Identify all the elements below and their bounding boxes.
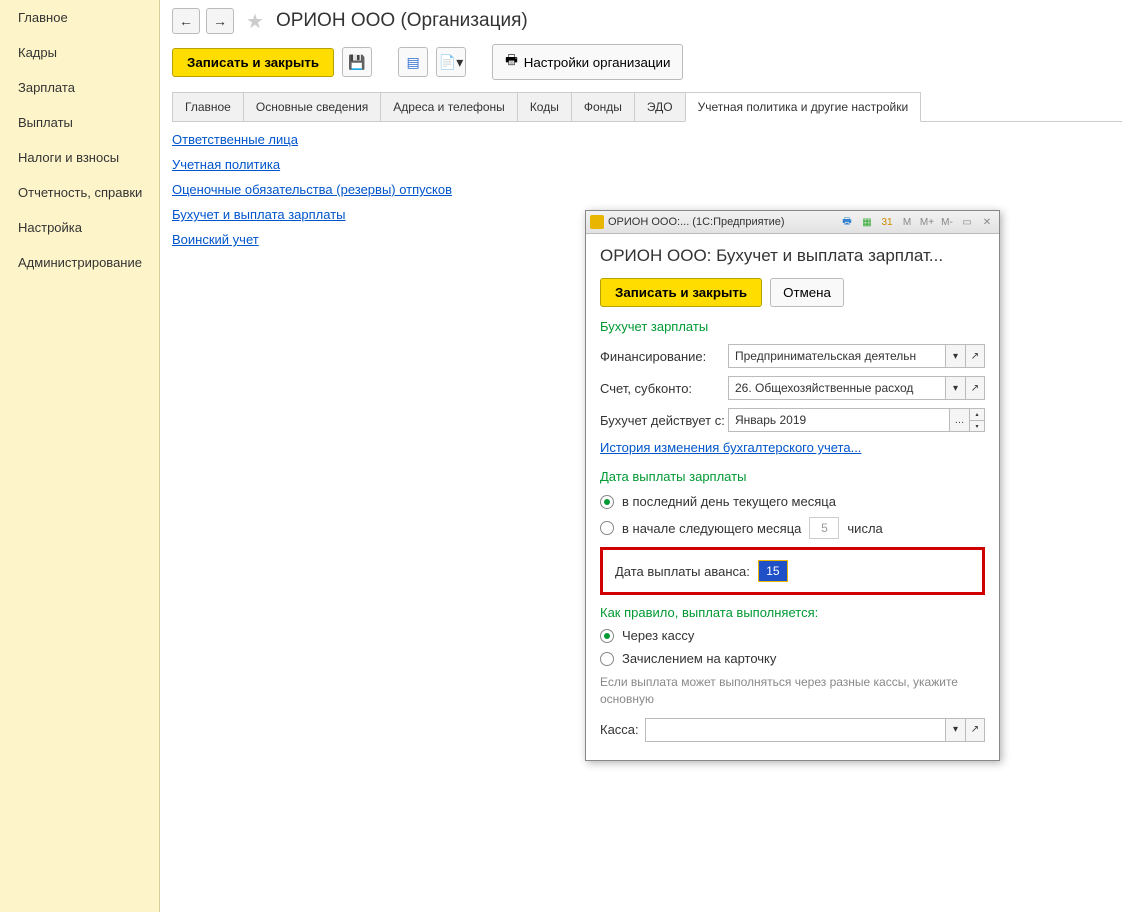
save-close-button[interactable]: Записать и закрыть — [172, 48, 334, 77]
print-icon[interactable]: 🖶 — [839, 214, 855, 230]
sidebar-item-payments[interactable]: Выплаты — [0, 105, 159, 140]
dropdown-icon[interactable]: ▾ — [945, 344, 965, 368]
open-icon[interactable]: ↗ — [965, 718, 985, 742]
folder-icon[interactable]: 📄▾ — [436, 47, 466, 77]
sidebar-item-reports[interactable]: Отчетность, справки — [0, 175, 159, 210]
kassa-row: Касса: ▾ ↗ — [600, 718, 985, 742]
link-policy[interactable]: Учетная политика — [172, 157, 1122, 172]
popup-window: ОРИОН ООО:... (1С:Предприятие) 🖶 ▦ 31 M … — [585, 210, 1000, 761]
from-date-input[interactable]: Январь 2019 — [728, 408, 949, 432]
spinner-down-icon[interactable]: ▾ — [969, 420, 985, 432]
next-month-day-input[interactable]: 5 — [809, 517, 839, 539]
section-payment-method: Как правило, выплата выполняется: — [600, 605, 985, 620]
toolbar: Записать и закрыть 💾 ▤ 📄▾ 🖶 Настройки ор… — [172, 44, 1122, 80]
kassa-hint: Если выплата может выполняться через раз… — [600, 674, 985, 708]
radio-card[interactable] — [600, 652, 614, 666]
back-button[interactable]: ← — [172, 8, 200, 34]
tab-codes[interactable]: Коды — [517, 92, 571, 121]
m-minus-icon[interactable]: M- — [939, 214, 955, 230]
radio-next-month[interactable] — [600, 521, 614, 535]
advance-highlight: Дата выплаты аванса: 15 — [600, 547, 985, 595]
popup-titlebar: ОРИОН ООО:... (1С:Предприятие) 🖶 ▦ 31 M … — [586, 211, 999, 234]
forward-button[interactable]: → — [206, 8, 234, 34]
table-icon[interactable]: ▦ — [859, 214, 875, 230]
sidebar: Главное Кадры Зарплата Выплаты Налоги и … — [0, 0, 160, 912]
financing-label: Финансирование: — [600, 349, 728, 364]
m-icon[interactable]: M — [899, 214, 915, 230]
dropdown-icon[interactable]: ▾ — [945, 718, 965, 742]
radio-next-month-row: в начале следующего месяца 5 числа — [600, 517, 985, 539]
list-icon[interactable]: ▤ — [398, 47, 428, 77]
financing-row: Финансирование: Предпринимательская деят… — [600, 344, 985, 368]
from-date-label: Бухучет действует с: — [600, 413, 728, 428]
tab-policy[interactable]: Учетная политика и другие настройки — [685, 92, 922, 122]
minimize-icon[interactable]: ▭ — [959, 214, 975, 230]
radio-last-day-row: в последний день текущего месяца — [600, 494, 985, 509]
history-link[interactable]: История изменения бухгалтерского учета..… — [600, 440, 861, 455]
app-icon — [590, 215, 604, 229]
popup-window-title: ОРИОН ООО:... (1С:Предприятие) — [608, 216, 835, 228]
tab-main[interactable]: Главное — [172, 92, 243, 121]
dropdown-icon[interactable]: ▾ — [945, 376, 965, 400]
sidebar-item-taxes[interactable]: Налоги и взносы — [0, 140, 159, 175]
section-accounting: Бухучет зарплаты — [600, 319, 985, 334]
radio-cash[interactable] — [600, 629, 614, 643]
sidebar-item-settings[interactable]: Настройка — [0, 210, 159, 245]
sidebar-item-main[interactable]: Главное — [0, 0, 159, 35]
popup-save-close-button[interactable]: Записать и закрыть — [600, 278, 762, 307]
advance-label: Дата выплаты аванса: — [615, 564, 750, 579]
save-icon[interactable]: 💾 — [342, 47, 372, 77]
org-settings-label: Настройки организации — [524, 55, 671, 70]
spinner-up-icon[interactable]: ▴ — [969, 408, 985, 420]
account-row: Счет, субконто: 26. Общехозяйственные ра… — [600, 376, 985, 400]
header: ← → ★ ОРИОН ООО (Организация) — [172, 8, 1122, 34]
calendar-icon[interactable]: 31 — [879, 214, 895, 230]
financing-input[interactable]: Предпринимательская деятельн — [728, 344, 945, 368]
from-date-row: Бухучет действует с: Январь 2019 … ▴ ▾ — [600, 408, 985, 432]
org-settings-button[interactable]: 🖶 Настройки организации — [492, 44, 683, 80]
link-responsible[interactable]: Ответственные лица — [172, 132, 1122, 147]
open-icon[interactable]: ↗ — [965, 376, 985, 400]
page-title: ОРИОН ООО (Организация) — [276, 10, 528, 32]
link-reserves[interactable]: Оценочные обязательства (резервы) отпуск… — [172, 182, 1122, 197]
open-icon[interactable]: ↗ — [965, 344, 985, 368]
radio-card-row: Зачислением на карточку — [600, 651, 985, 666]
m-plus-icon[interactable]: M+ — [919, 214, 935, 230]
tab-edo[interactable]: ЭДО — [634, 92, 685, 121]
advance-day-input[interactable]: 15 — [758, 560, 788, 582]
print-icon: 🖶 — [505, 51, 518, 73]
tabs: Главное Основные сведения Адреса и телеф… — [172, 92, 1122, 122]
radio-last-day[interactable] — [600, 495, 614, 509]
popup-toolbar: Записать и закрыть Отмена — [600, 278, 985, 307]
close-icon[interactable]: ✕ — [979, 214, 995, 230]
ellipsis-icon[interactable]: … — [949, 408, 969, 432]
kassa-label: Касса: — [600, 722, 639, 737]
radio-last-day-label: в последний день текущего месяца — [622, 494, 836, 509]
account-label: Счет, субконто: — [600, 381, 728, 396]
popup-cancel-button[interactable]: Отмена — [770, 278, 844, 307]
next-month-suffix: числа — [847, 521, 882, 536]
sidebar-item-hr[interactable]: Кадры — [0, 35, 159, 70]
radio-card-label: Зачислением на карточку — [622, 651, 776, 666]
sidebar-item-salary[interactable]: Зарплата — [0, 70, 159, 105]
sidebar-item-admin[interactable]: Администрирование — [0, 245, 159, 280]
tab-basic[interactable]: Основные сведения — [243, 92, 380, 121]
tab-addresses[interactable]: Адреса и телефоны — [380, 92, 517, 121]
spinner[interactable]: ▴ ▾ — [969, 408, 985, 432]
tab-funds[interactable]: Фонды — [571, 92, 634, 121]
radio-next-month-label: в начале следующего месяца — [622, 521, 801, 536]
radio-cash-label: Через кассу — [622, 628, 694, 643]
popup-title: ОРИОН ООО: Бухучет и выплата зарплат... — [600, 246, 985, 266]
account-input[interactable]: 26. Общехозяйственные расход — [728, 376, 945, 400]
popup-body: ОРИОН ООО: Бухучет и выплата зарплат... … — [586, 234, 999, 760]
kassa-input[interactable] — [645, 718, 945, 742]
section-pay-date: Дата выплаты зарплаты — [600, 469, 985, 484]
star-icon[interactable]: ★ — [240, 9, 270, 34]
radio-cash-row: Через кассу — [600, 628, 985, 643]
